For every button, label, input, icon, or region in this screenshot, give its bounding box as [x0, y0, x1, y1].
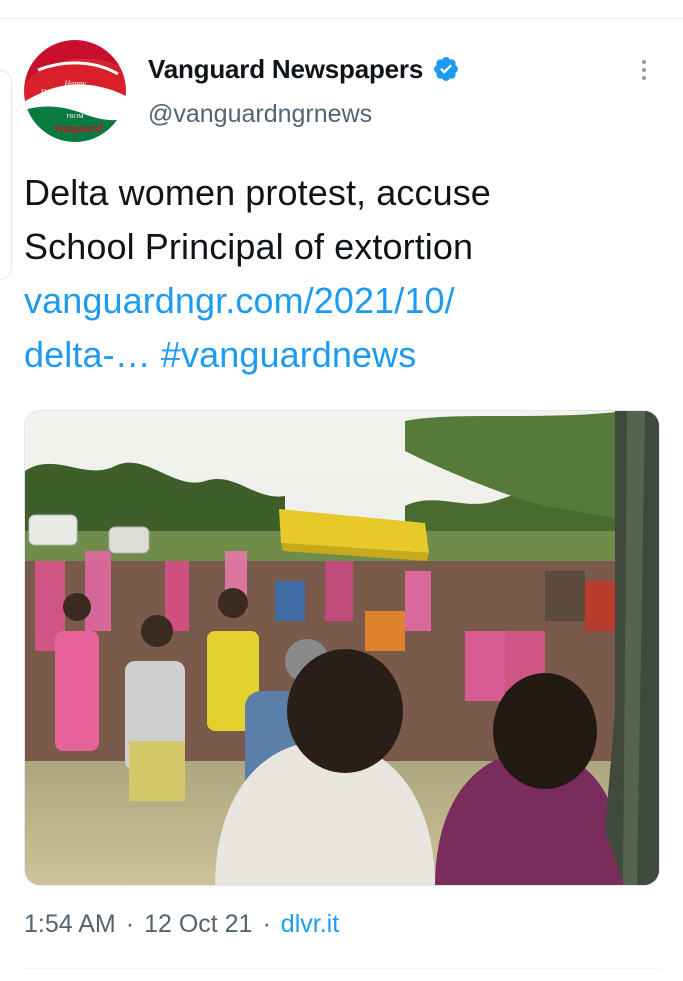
hashtag-link[interactable]: #vanguardnews: [161, 334, 416, 375]
tweet-link-url-continued[interactable]: delta-…: [24, 334, 151, 375]
tweet-source-link[interactable]: dlvr.it: [281, 910, 339, 939]
avatar-text-vanguard: Vanguard: [54, 121, 104, 135]
bottom-divider: [24, 968, 660, 969]
tweet-meta: 1:54 AM · 12 Oct 21 · dlvr.it: [24, 910, 339, 939]
avatar-text-from: FROM: [66, 114, 84, 120]
avatar-independence-logo: Happy INDEPENDENCE DAY FROM Vanguard: [24, 40, 126, 142]
tweet-text-line: Delta women protest, accuse: [24, 172, 491, 213]
author-name-row[interactable]: Vanguard Newspapers: [148, 52, 460, 86]
tweet-date[interactable]: 12 Oct 21: [144, 910, 252, 939]
tweet-media-photo[interactable]: [24, 410, 660, 886]
more-dot: [642, 68, 646, 72]
avatar-text-independence: INDEPENDENCE: [41, 88, 110, 98]
more-dot: [642, 60, 646, 64]
meta-separator: ·: [125, 910, 135, 938]
protest-crowd-photo: [25, 411, 659, 885]
more-dot: [642, 76, 646, 80]
side-panel-edge: [0, 70, 12, 280]
verified-badge-icon: [434, 57, 459, 81]
author-handle[interactable]: @vanguardngrnews: [148, 100, 372, 129]
avatar-text-happy: Happy: [63, 79, 86, 88]
more-options-icon[interactable]: [626, 52, 662, 88]
top-divider: [0, 18, 683, 19]
author-avatar[interactable]: Happy INDEPENDENCE DAY FROM Vanguard: [24, 40, 126, 142]
avatar-text-day: DAY: [66, 98, 85, 108]
meta-separator: ·: [262, 910, 271, 938]
tweet-time[interactable]: 1:54 AM: [24, 910, 116, 939]
tweet-link-url[interactable]: vanguardngr.com/2021/10/: [24, 280, 455, 321]
tweet-text: Delta women protest, accuse School Princ…: [24, 166, 664, 382]
author-display-name[interactable]: Vanguard Newspapers: [148, 54, 423, 85]
tweet-text-line: School Principal of extortion: [24, 226, 474, 267]
